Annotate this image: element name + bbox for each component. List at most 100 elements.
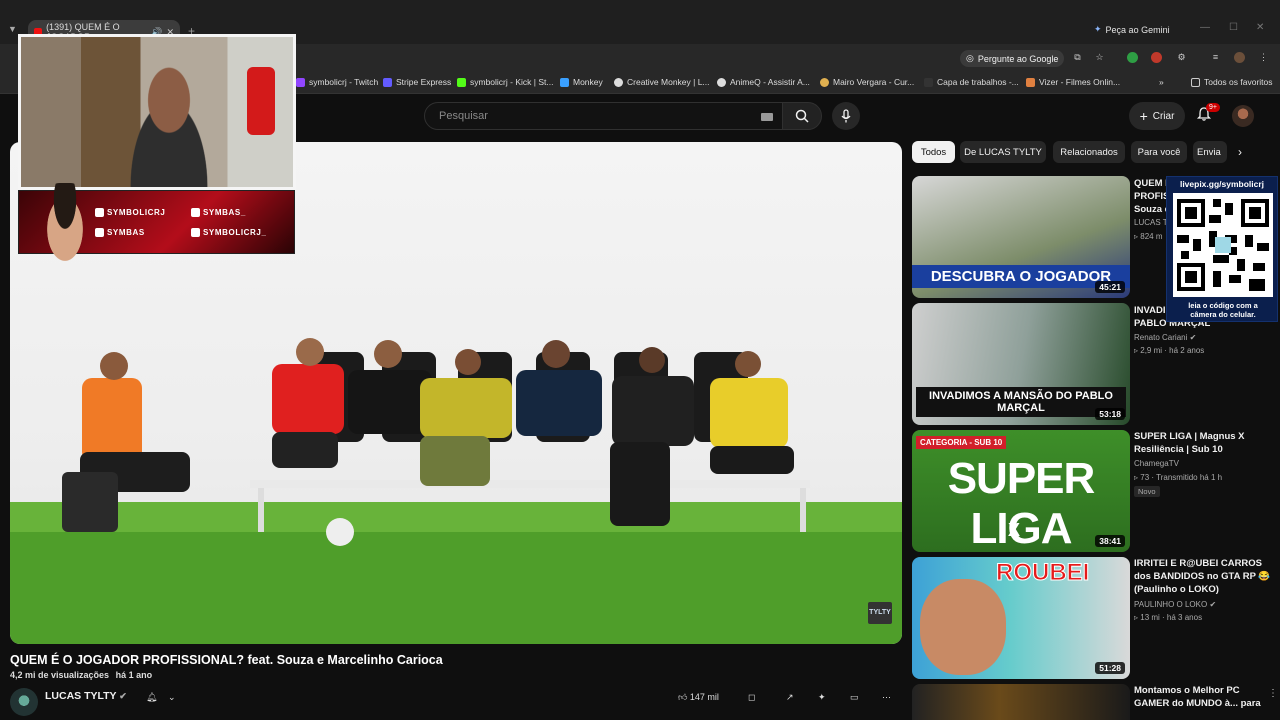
search-button[interactable] <box>782 102 822 130</box>
related-video-channel[interactable]: Renato Cariani ✔ <box>1134 333 1196 342</box>
view-count: 4,2 mi de visualizações <box>10 670 110 680</box>
dislike-icon[interactable]: ◻ <box>748 692 755 703</box>
social-handle: SYMBAS <box>95 228 145 237</box>
chip-for-you[interactable]: Para você <box>1131 141 1187 163</box>
all-bookmarks[interactable]: Todos os favoritos <box>1191 77 1273 87</box>
related-video-channel[interactable]: LUCAS T <box>1134 218 1168 227</box>
social-handle: SYMBOLICRJ <box>95 208 165 217</box>
extensions-puzzle-icon[interactable]: ⚙ <box>1176 52 1187 63</box>
social-handle-text: SYMBOLICRJ_ <box>203 228 267 237</box>
bookmark-label: Stripe Express <box>396 77 452 87</box>
search-input[interactable]: Pesquisar <box>424 102 786 130</box>
profile-avatar[interactable] <box>1234 52 1245 63</box>
verified-icon: ✔ <box>119 691 127 701</box>
related-video-thumbnail[interactable] <box>912 684 1130 720</box>
account-avatar[interactable] <box>1232 105 1254 127</box>
all-bookmarks-label: Todos os favoritos <box>1204 77 1273 87</box>
channel-text: Renato Cariani <box>1134 333 1188 342</box>
share-icon[interactable]: ↗ <box>786 692 794 703</box>
bookmark-favicon-icon <box>383 77 392 87</box>
verified-icon: ✔ <box>1209 600 1217 609</box>
age-text: há 2 anos <box>1169 346 1205 355</box>
close-window-icon[interactable]: ✕ <box>1256 22 1264 33</box>
title-line: dos BANDIDOS no GTA RP 😂 <box>1134 571 1271 582</box>
instagram-icon <box>191 228 200 237</box>
keyboard-icon[interactable] <box>761 113 773 121</box>
install-app-icon[interactable]: ⧉ <box>1072 52 1083 63</box>
browser-menu-icon[interactable]: ⋮ <box>1258 52 1269 63</box>
chevron-right-icon[interactable]: › <box>1238 145 1242 159</box>
bookmark-favicon-icon <box>1026 77 1035 87</box>
related-video-channel[interactable]: PAULINHO O LOKO ✔ <box>1134 600 1216 609</box>
thumbnail-face <box>920 579 1006 675</box>
bookmark-item[interactable]: Monkey <box>560 77 603 87</box>
related-video-thumbnail[interactable]: DESCUBRA O JOGADOR 45:21 <box>912 176 1130 298</box>
related-video-thumbnail[interactable]: CATEGORIA - SUB 10 SUPER LIGA X 38:41 <box>912 430 1130 552</box>
chip-from-channel[interactable]: De LUCAS TYLTY <box>960 141 1046 163</box>
thumbnail-text: ROUBEI <box>995 559 1090 587</box>
title-line: (Paulinho o LOKO) <box>1134 584 1219 595</box>
ask-google-button[interactable]: ◎ Pergunte ao Google <box>960 50 1065 67</box>
lens-icon: ◎ <box>966 53 974 63</box>
create-button[interactable]: + Criar <box>1129 102 1185 130</box>
like-button[interactable]: 👍︎ 147 mil <box>678 692 719 703</box>
thumbs-up-icon: 👍︎ <box>678 692 690 702</box>
extension-red-icon[interactable] <box>1151 52 1162 63</box>
related-video-channel[interactable]: ChamegaTV <box>1134 459 1179 468</box>
bookmark-item[interactable]: Mairo Vergara - Cur... <box>820 77 914 87</box>
title-line: SUPER LIGA | Magnus X <box>1134 431 1245 442</box>
related-video-title[interactable]: IRRITEI E R@UBEI CARROS dos BANDIDOS no … <box>1134 557 1276 596</box>
bookmark-label: symbolicrj - Twitch <box>309 77 379 87</box>
bookmark-item[interactable]: symbolicrj - Kick | St... <box>457 77 553 87</box>
voice-search-button[interactable] <box>832 102 860 130</box>
chip-related[interactable]: Relacionados <box>1053 141 1125 163</box>
bookmarks-overflow-icon[interactable]: » <box>1159 77 1164 87</box>
chip-all[interactable]: Todos <box>912 141 955 163</box>
related-video-title[interactable]: SUPER LIGA | Magnus X Resiliência | Sub … <box>1134 430 1276 456</box>
bookmark-favicon-icon <box>717 77 726 87</box>
related-video-views: ▹ 73 · Transmitido há 1 h <box>1134 473 1223 482</box>
video-title: QUEM É O JOGADOR PROFISSIONAL? feat. Sou… <box>10 653 443 667</box>
channel-name-link[interactable]: LUCAS TYLTY ✔ <box>45 690 127 702</box>
age-text: há 3 anos <box>1166 613 1203 622</box>
more-actions-icon[interactable]: ⋯ <box>882 692 891 703</box>
playlist-icon[interactable]: ≡ <box>1210 52 1221 63</box>
upload-age: há 1 ano <box>115 670 153 680</box>
related-video-thumbnail[interactable]: INVADIMOS A MANSÃO DO PABLO MARÇAL 53:18 <box>912 303 1130 425</box>
folder-icon <box>1191 77 1200 87</box>
gemini-button[interactable]: ✦ Peça ao Gemini <box>1094 24 1170 35</box>
notifications-button[interactable]: 9+ <box>1196 103 1220 124</box>
views-text: 73 <box>1140 473 1150 482</box>
bookmark-label: symbolicrj - Kick | St... <box>470 77 554 87</box>
bookmark-item[interactable]: AnimeQ - Assistir A... <box>717 77 810 87</box>
video-duration: 38:41 <box>1095 535 1125 547</box>
save-icon[interactable]: ▭ <box>850 692 859 703</box>
bell-subscribe-icon[interactable]: 🔔︎ <box>146 692 157 703</box>
chevron-down-icon[interactable]: ⌄ <box>168 692 176 703</box>
related-video-thumbnail[interactable]: ROUBEI 51:28 <box>912 557 1130 679</box>
bookmark-item[interactable]: Stripe Express <box>383 77 451 87</box>
bookmark-star-icon[interactable]: ☆ <box>1094 52 1105 63</box>
title-line: Montamos o Melhor PC <box>1134 685 1240 696</box>
channel-watermark[interactable]: TYLTY <box>868 602 892 624</box>
related-video-title[interactable]: Montamos o Melhor PC GAMER do MUNDO à...… <box>1134 684 1276 710</box>
bookmark-item[interactable]: Capa de trabalhos -... <box>924 77 1019 87</box>
minimize-icon[interactable]: — <box>1200 22 1210 33</box>
channel-text: PAULINHO O LOKO <box>1134 600 1208 609</box>
extension-green-icon[interactable] <box>1127 52 1138 63</box>
maximize-icon[interactable]: ☐ <box>1229 22 1238 33</box>
social-handle-text: SYMBAS <box>107 228 145 237</box>
views-text: 824 m <box>1140 232 1163 241</box>
tab-search-icon[interactable]: ▼ <box>8 24 17 34</box>
social-handle-text: SYMBAS_ <box>203 208 246 217</box>
chip-uploaded[interactable]: Envia <box>1193 141 1227 163</box>
bookmark-item[interactable]: symbolicrj - Twitch <box>296 77 378 87</box>
bookmark-item[interactable]: Creative Monkey | L... <box>614 77 710 87</box>
bookmark-favicon-icon <box>924 77 933 87</box>
more-options-icon[interactable]: ⋮ <box>1268 688 1278 699</box>
bookmark-item[interactable]: Vizer - Filmes Onlin... <box>1026 77 1120 87</box>
views-text: 13 mi <box>1140 613 1160 622</box>
streamer-avatar-illustration <box>39 183 91 267</box>
channel-avatar[interactable] <box>10 688 38 716</box>
thanks-icon[interactable]: ✦ <box>818 692 826 703</box>
